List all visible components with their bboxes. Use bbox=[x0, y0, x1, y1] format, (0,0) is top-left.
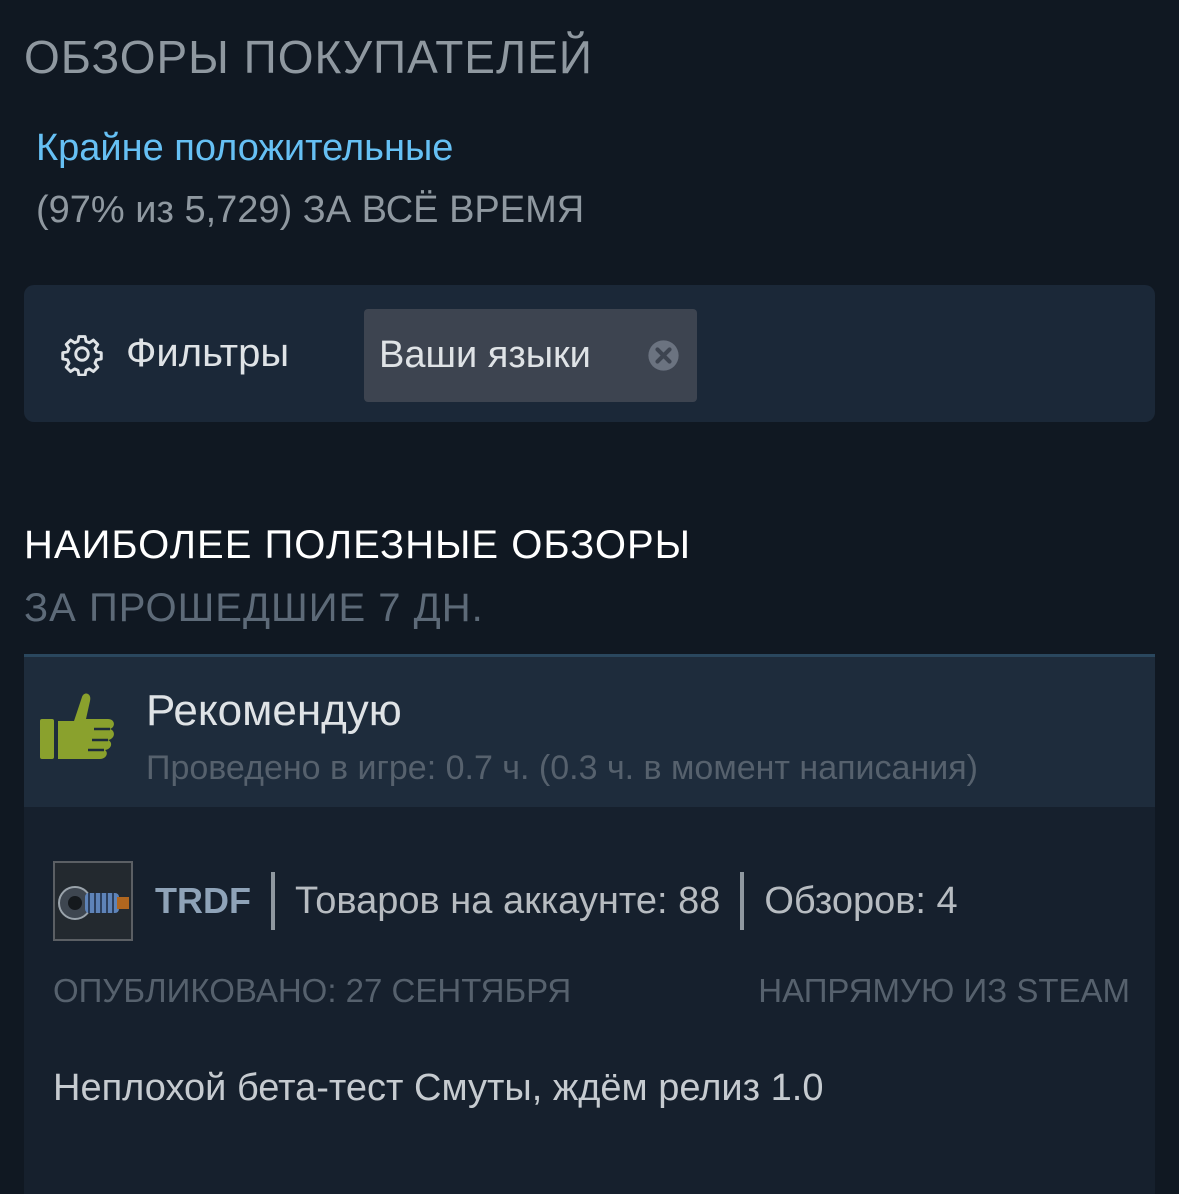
most-helpful-title: НАИБОЛЕЕ ПОЛЕЗНЫЕ ОБЗОРЫ bbox=[24, 523, 692, 567]
avatar-image bbox=[55, 863, 131, 939]
gear-icon bbox=[61, 334, 103, 376]
review-text: Неплохой бета-тест Смуты, ждём релиз 1.0 bbox=[53, 1067, 824, 1109]
avatar[interactable] bbox=[53, 861, 133, 941]
author-name[interactable]: TRDF bbox=[155, 880, 251, 922]
overall-rating-summary: (97% из 5,729) ЗА ВСЁ ВРЕМЯ bbox=[36, 189, 585, 231]
most-helpful-period: ЗА ПРОШЕДШИЕ 7 ДН. bbox=[24, 586, 484, 630]
review-header[interactable]: Рекомендую Проведено в игре: 0.7 ч. (0.3… bbox=[24, 657, 1155, 807]
language-filter-chip-label: Ваши языки bbox=[379, 334, 591, 376]
thumbs-up-icon bbox=[40, 693, 114, 759]
author-row: TRDF Товаров на аккаунте: 88 Обзоров: 4 bbox=[53, 861, 958, 941]
filters-button[interactable]: Фильтры bbox=[60, 285, 289, 422]
language-filter-chip[interactable]: Ваши языки bbox=[364, 309, 697, 402]
divider bbox=[270, 872, 275, 930]
filters-label: Фильтры bbox=[126, 331, 290, 375]
author-products-count[interactable]: Товаров на аккаунте: 88 bbox=[295, 880, 720, 923]
review-source: НАПРЯМУЮ ИЗ STEAM bbox=[758, 972, 1130, 1009]
overall-rating-label[interactable]: Крайне положительные bbox=[36, 127, 453, 170]
recommendation-label: Рекомендую bbox=[146, 686, 402, 735]
filter-bar: Фильтры Ваши языки bbox=[24, 285, 1155, 422]
divider bbox=[740, 872, 745, 930]
section-title: ОБЗОРЫ ПОКУПАТЕЛЕЙ bbox=[24, 31, 593, 83]
review-card: Рекомендую Проведено в игре: 0.7 ч. (0.3… bbox=[24, 654, 1155, 1194]
close-circle-icon[interactable] bbox=[647, 339, 680, 372]
author-reviews-count[interactable]: Обзоров: 4 bbox=[764, 880, 957, 923]
playtime-text: Проведено в игре: 0.7 ч. (0.3 ч. в момен… bbox=[146, 749, 978, 787]
posted-date: ОПУБЛИКОВАНО: 27 СЕНТЯБРЯ bbox=[53, 972, 572, 1009]
